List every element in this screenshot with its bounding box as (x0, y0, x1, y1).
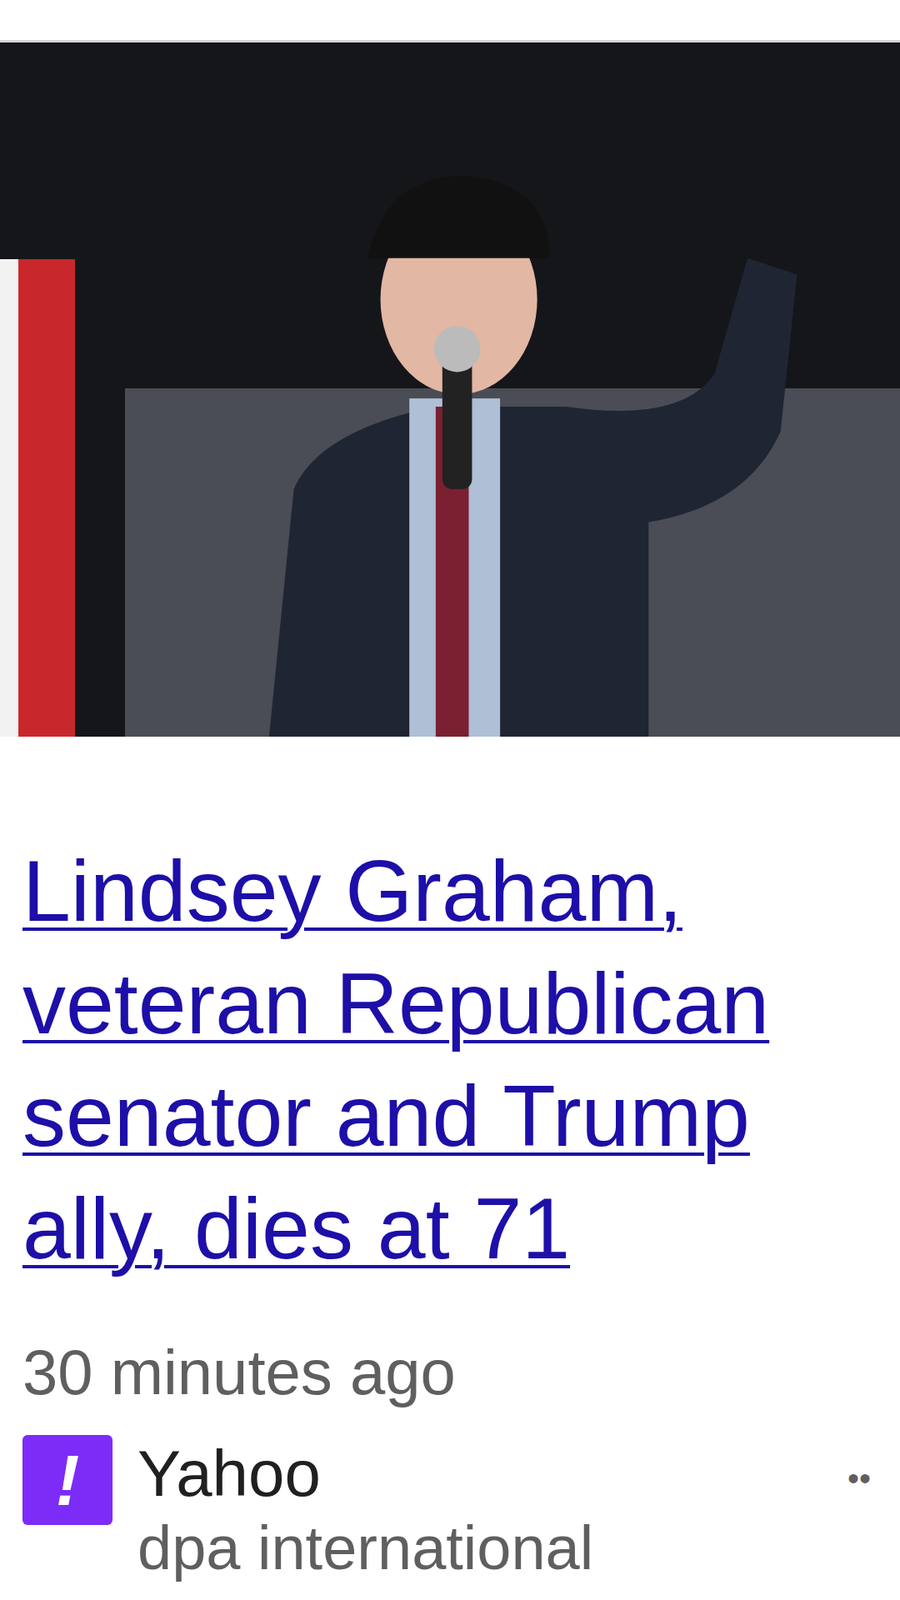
yahoo-logo-icon: ! (22, 1435, 113, 1525)
card-body: Lindsey Graham, veteran Republican senat… (0, 736, 900, 1600)
headline-link[interactable]: Lindsey Graham, veteran Republican senat… (22, 835, 856, 1285)
timestamp: 30 minutes ago (22, 1335, 878, 1410)
speaker-figure-icon (116, 159, 900, 737)
news-feed: Lindsey Graham, veteran Republican senat… (0, 0, 900, 1600)
more-menu-button[interactable]: •• (847, 1460, 878, 1498)
source-name: Yahoo (137, 1435, 823, 1512)
source-row: ! Yahoodpa international •• (22, 1435, 878, 1585)
article-photo[interactable] (0, 42, 900, 737)
top-bar (0, 0, 900, 43)
source-text: Yahoodpa international (137, 1435, 823, 1585)
flag-shape (0, 259, 75, 737)
publisher-name: dpa international (137, 1511, 823, 1585)
news-card[interactable]: Lindsey Graham, veteran Republican senat… (0, 42, 900, 1600)
